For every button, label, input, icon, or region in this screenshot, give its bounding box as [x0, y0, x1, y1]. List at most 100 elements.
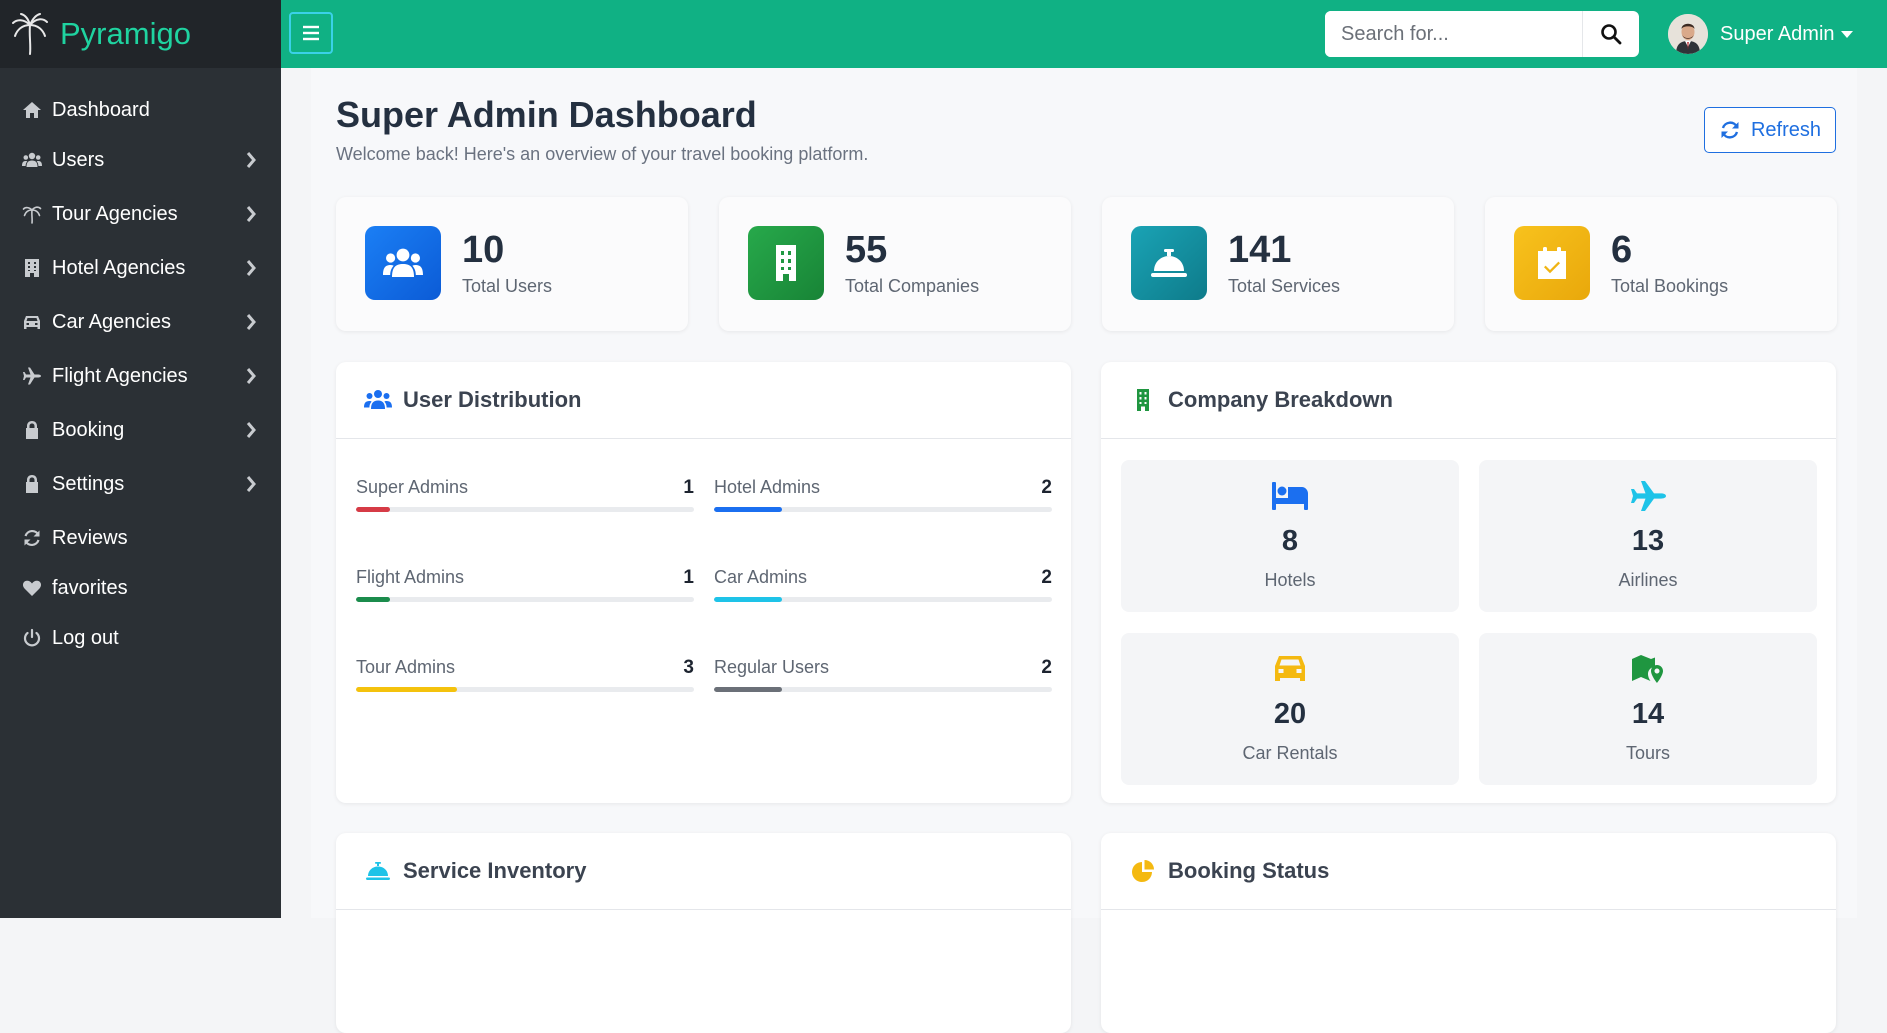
- stat-value: 6: [1611, 229, 1633, 271]
- stat-label: Total Bookings: [1611, 276, 1729, 296]
- sidebar-item-label: Booking: [52, 418, 125, 441]
- plane-icon: [21, 365, 43, 387]
- stat-card-total-services: 141 Total Services: [1102, 197, 1454, 331]
- sidebar-item-booking[interactable]: Booking: [0, 408, 281, 452]
- sidebar-item-label: Log out: [52, 626, 119, 649]
- chevron-right-icon: [245, 312, 257, 332]
- distribution-item: Car Admins 2: [714, 567, 1052, 607]
- progress-track: [714, 597, 1052, 602]
- user-menu[interactable]: Super Admin: [1668, 14, 1853, 54]
- sidebar-toggle-button[interactable]: [289, 12, 333, 54]
- distribution-value: 1: [683, 567, 694, 588]
- progress-track: [356, 687, 694, 692]
- distribution-value: 2: [1041, 567, 1052, 588]
- stat-card-total-bookings: 6 Total Bookings: [1485, 197, 1837, 331]
- concierge-bell-icon: [1131, 226, 1207, 300]
- bed-icon: [1272, 482, 1308, 510]
- calendar-check-icon: [1514, 226, 1590, 300]
- distribution-value: 2: [1041, 657, 1052, 678]
- company-value: 13: [1631, 525, 1665, 557]
- stat-label: Total Companies: [845, 276, 980, 296]
- distribution-label: Regular Users: [714, 657, 830, 677]
- company-value: 8: [1281, 525, 1299, 557]
- main-content: Super Admin Dashboard Welcome back! Here…: [281, 68, 1887, 1033]
- users-icon: [21, 149, 43, 171]
- sidebar-item-label: Car Agencies: [52, 310, 171, 333]
- company-tile-hotels: 8 Hotels: [1121, 460, 1459, 612]
- palm-tree-icon: [21, 203, 43, 225]
- card-header: Service Inventory: [336, 833, 1071, 910]
- map-marker-icon: [1632, 655, 1663, 683]
- company-tile-car-rentals: 20 Car Rentals: [1121, 633, 1459, 785]
- progress-track: [356, 597, 694, 602]
- distribution-label: Flight Admins: [356, 567, 465, 587]
- sidebar-item-reviews[interactable]: Reviews: [0, 516, 281, 560]
- company-tile-tours: 14 Tours: [1479, 633, 1817, 785]
- sidebar-item-car-agencies[interactable]: Car Agencies: [0, 300, 281, 344]
- company-label: Car Rentals: [1242, 743, 1338, 763]
- brand-name: Pyramigo: [60, 16, 191, 51]
- progress-track: [714, 687, 1052, 692]
- distribution-item: Super Admins 1: [356, 477, 694, 517]
- sync-icon: [1721, 121, 1739, 139]
- sidebar-item-label: Users: [52, 148, 105, 171]
- search-input[interactable]: [1325, 11, 1587, 57]
- stat-value: 55: [845, 229, 888, 271]
- sidebar-item-favorites[interactable]: favorites: [0, 566, 281, 610]
- distribution-item: Hotel Admins 2: [714, 477, 1052, 517]
- lock-icon: [21, 419, 43, 441]
- building-icon: [748, 226, 824, 300]
- booking-status-card: Booking Status: [1101, 833, 1836, 1033]
- brand[interactable]: Pyramigo: [0, 0, 281, 68]
- company-value: 20: [1273, 698, 1307, 730]
- stat-label: Total Services: [1228, 276, 1341, 296]
- distribution-item: Flight Admins 1: [356, 567, 694, 607]
- sidebar-item-settings[interactable]: Settings: [0, 462, 281, 506]
- hamburger-icon: [303, 25, 319, 41]
- search-icon: [1601, 24, 1622, 45]
- concierge-bell-icon: [366, 862, 390, 880]
- progress-fill: [714, 507, 782, 512]
- progress-fill: [714, 687, 782, 692]
- search-button[interactable]: [1582, 11, 1639, 57]
- chevron-right-icon: [245, 366, 257, 386]
- card-title: Company Breakdown: [1168, 387, 1393, 412]
- refresh-button[interactable]: Refresh: [1704, 107, 1836, 153]
- sidebar-item-label: favorites: [52, 576, 128, 599]
- sidebar-item-label: Hotel Agencies: [52, 256, 186, 279]
- sidebar-item-flight-agencies[interactable]: Flight Agencies: [0, 354, 281, 398]
- pie-chart-icon: [1132, 860, 1154, 882]
- card-header: Company Breakdown: [1101, 362, 1836, 439]
- chevron-right-icon: [245, 474, 257, 494]
- progress-track: [356, 507, 694, 512]
- chevron-right-icon: [245, 258, 257, 278]
- heart-icon: [21, 577, 43, 599]
- distribution-label: Car Admins: [714, 567, 808, 587]
- topbar: Super Admin: [281, 0, 1887, 68]
- sidebar-item-hotel-agencies[interactable]: Hotel Agencies: [0, 246, 281, 290]
- chevron-right-icon: [245, 204, 257, 224]
- users-icon: [365, 226, 441, 300]
- refresh-label: Refresh: [1750, 118, 1822, 141]
- car-icon: [21, 311, 43, 333]
- sidebar-item-label: Dashboard: [52, 98, 150, 121]
- chevron-right-icon: [245, 420, 257, 440]
- company-label: Airlines: [1618, 570, 1678, 590]
- sidebar-item-dashboard[interactable]: Dashboard: [0, 88, 281, 132]
- sidebar-item-log-out[interactable]: Log out: [0, 616, 281, 660]
- home-icon: [21, 99, 43, 121]
- distribution-item: Tour Admins 3: [356, 657, 694, 697]
- company-breakdown-card: Company Breakdown 8 Hotels 13 Airlines 2…: [1101, 362, 1836, 803]
- distribution-label: Tour Admins: [356, 657, 456, 677]
- sidebar-item-label: Flight Agencies: [52, 364, 188, 387]
- distribution-value: 2: [1041, 477, 1052, 498]
- user-name: Super Admin: [1720, 22, 1835, 45]
- palm-tree-logo-icon: [12, 13, 48, 55]
- sidebar-item-users[interactable]: Users: [0, 138, 281, 182]
- car-icon: [1275, 656, 1305, 681]
- search-box: [1325, 11, 1639, 57]
- page-title: Super Admin Dashboard: [336, 94, 757, 135]
- building-icon: [21, 257, 43, 279]
- sidebar-item-tour-agencies[interactable]: Tour Agencies: [0, 192, 281, 236]
- stat-card-total-companies: 55 Total Companies: [719, 197, 1071, 331]
